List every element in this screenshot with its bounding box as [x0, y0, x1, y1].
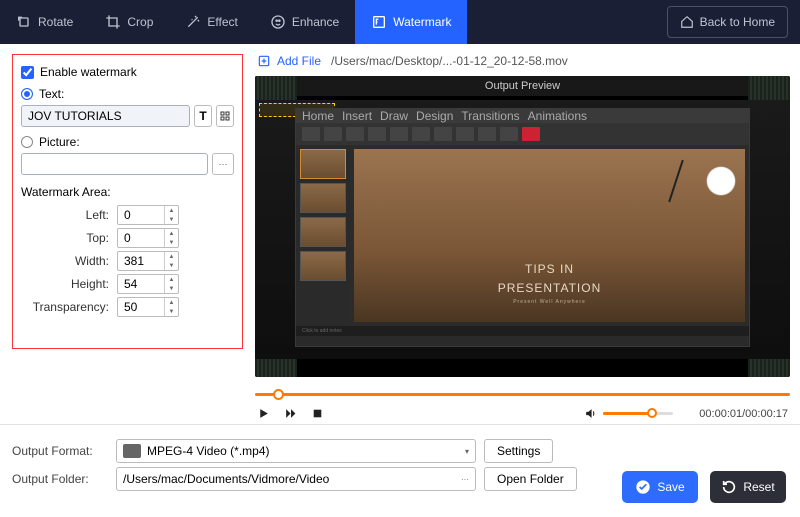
text-radio-label: Text: [39, 87, 64, 101]
preview-title: Output Preview [255, 76, 790, 96]
watermark-tab[interactable]: Watermark [355, 0, 467, 44]
picture-radio-label: Picture: [39, 135, 80, 149]
add-file-button[interactable]: Add File [257, 54, 321, 68]
volume-slider[interactable] [603, 412, 673, 415]
font-color-button[interactable] [216, 105, 234, 127]
file-path-text: /Users/mac/Desktop/...-01-12_20-12-58.mo… [331, 54, 568, 68]
output-preview: Output Preview HomeInsertDrawDesignTrans… [255, 76, 790, 377]
watermark-area-label: Watermark Area: [21, 185, 234, 199]
enable-watermark-label: Enable watermark [40, 65, 137, 79]
output-format-select[interactable]: MPEG-4 Video (*.mp4) ▾ [116, 439, 476, 463]
crop-tab[interactable]: Crop [89, 0, 169, 44]
time-display: 00:00:01/00:00:17 [699, 408, 788, 420]
enable-watermark-checkbox[interactable] [21, 66, 34, 79]
format-icon [123, 444, 141, 458]
timeline-slider[interactable] [255, 385, 790, 403]
height-input[interactable]: 54▲▼ [117, 274, 179, 294]
enhance-tab[interactable]: Enhance [254, 0, 355, 44]
open-folder-button[interactable]: Open Folder [484, 467, 577, 491]
transparency-input[interactable]: 50▲▼ [117, 297, 179, 317]
output-folder-label: Output Folder: [12, 472, 108, 486]
volume-icon[interactable] [584, 407, 597, 420]
picture-radio[interactable] [21, 136, 33, 148]
stop-button[interactable] [311, 407, 324, 420]
font-style-button[interactable]: T [194, 105, 212, 127]
reset-icon [721, 479, 737, 495]
width-input[interactable]: 381▲▼ [117, 251, 179, 271]
output-folder-input[interactable]: /Users/mac/Documents/Vidmore/Video ··· [116, 467, 476, 491]
crop-icon [105, 14, 121, 30]
effect-tab[interactable]: Effect [169, 0, 253, 44]
rotate-tab[interactable]: Rotate [0, 0, 89, 44]
back-to-home-button[interactable]: Back to Home [667, 6, 788, 38]
top-input[interactable]: 0▲▼ [117, 228, 179, 248]
color-icon [219, 110, 231, 122]
add-file-icon [257, 54, 271, 68]
watermark-text-input[interactable] [21, 105, 190, 127]
fast-forward-button[interactable] [284, 407, 297, 420]
text-radio[interactable] [21, 88, 33, 100]
rotate-icon [16, 14, 32, 30]
browse-picture-button[interactable]: ··· [212, 153, 234, 175]
enhance-icon [270, 14, 286, 30]
chevron-down-icon: ▾ [465, 447, 469, 456]
home-icon [680, 15, 694, 29]
check-icon [635, 479, 651, 495]
watermark-icon [371, 14, 387, 30]
video-content: HomeInsertDrawDesignTransitionsAnimation… [295, 108, 750, 347]
watermark-settings-panel: Enable watermark Text: T Picture: ··· [0, 44, 255, 424]
reset-button[interactable]: Reset [710, 471, 786, 503]
settings-button[interactable]: Settings [484, 439, 553, 463]
output-format-label: Output Format: [12, 444, 108, 458]
play-button[interactable] [257, 407, 270, 420]
watermark-picture-input[interactable] [21, 153, 208, 175]
left-input[interactable]: 0▲▼ [117, 205, 179, 225]
more-icon: ··· [461, 475, 469, 484]
save-button[interactable]: Save [622, 471, 698, 503]
effect-icon [185, 14, 201, 30]
